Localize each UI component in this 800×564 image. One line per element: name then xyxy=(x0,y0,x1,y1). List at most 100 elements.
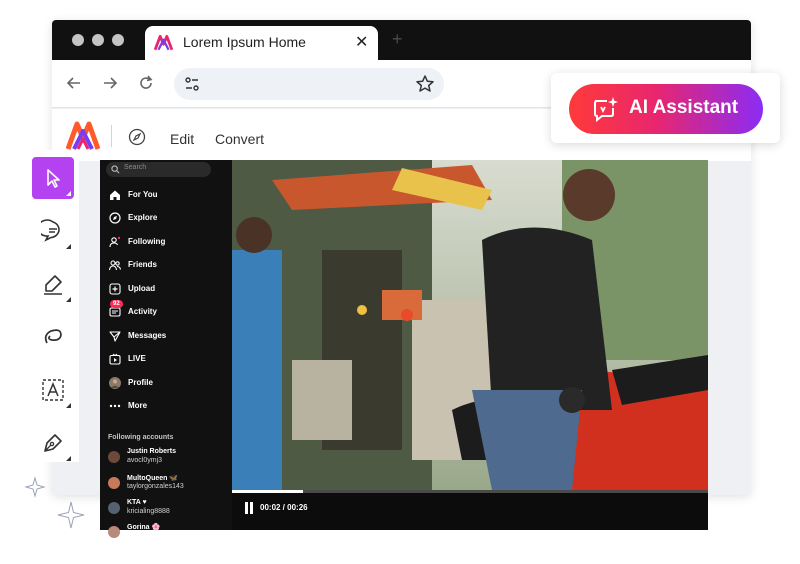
highlight-tool[interactable] xyxy=(32,263,74,305)
nav-label: Explore xyxy=(128,213,158,222)
nav-label: Upload xyxy=(128,284,156,293)
search-icon xyxy=(111,165,120,174)
friends-icon xyxy=(109,260,121,271)
nav-item-more[interactable]: More xyxy=(109,399,219,415)
nav-label: Profile xyxy=(128,378,153,387)
window-dot[interactable] xyxy=(92,34,104,46)
menu-edit[interactable]: Edit xyxy=(170,131,194,147)
messages-icon xyxy=(109,331,121,342)
address-bar[interactable] xyxy=(174,68,444,100)
nav-item-explore[interactable]: Explore xyxy=(109,211,219,227)
close-icon[interactable]: ✕ xyxy=(355,32,368,52)
account-item[interactable]: Gorina 🌸 xyxy=(108,523,230,545)
tool-menu-indicator xyxy=(66,244,71,249)
account-name: MultoQueen 🦋 xyxy=(127,475,179,482)
app-logo-icon xyxy=(154,34,173,51)
more-icon xyxy=(109,404,121,408)
social-sidebar: Search For You Explore Following Friends… xyxy=(100,160,232,538)
account-handle: taylorgonzales143 xyxy=(127,483,184,490)
tab-bar: Lorem Ipsum Home ✕ + xyxy=(52,20,751,60)
nav-item-for-you[interactable]: For You xyxy=(109,188,219,204)
nav-label: For You xyxy=(128,190,158,199)
video-app-panel: Search For You Explore Following Friends… xyxy=(100,160,708,538)
browser-tab[interactable]: Lorem Ipsum Home ✕ xyxy=(145,26,378,60)
profile-icon xyxy=(109,377,121,389)
ai-assistant-button[interactable]: AI Assistant xyxy=(569,84,763,134)
video-player[interactable] xyxy=(232,160,708,490)
progress-bar[interactable] xyxy=(232,490,708,493)
account-name: Justin Roberts xyxy=(127,448,177,455)
avatar xyxy=(108,477,120,489)
ai-assistant-label: AI Assistant xyxy=(629,97,739,118)
compass-icon[interactable] xyxy=(128,128,146,146)
nav-item-following[interactable]: Following xyxy=(109,235,219,251)
sparkle-icon xyxy=(57,501,85,529)
cursor-icon xyxy=(47,169,60,188)
nav-item-activity[interactable]: 92 Activity xyxy=(109,300,219,321)
new-tab-button[interactable]: + xyxy=(392,29,403,50)
draw-tool[interactable] xyxy=(32,316,74,358)
avatar xyxy=(108,502,120,514)
text-box-icon xyxy=(42,379,64,401)
activity-badge: 92 xyxy=(110,300,123,308)
progress-fill xyxy=(232,490,304,493)
nav-item-friends[interactable]: Friends xyxy=(109,258,219,274)
nav-label: LIVE xyxy=(128,354,146,363)
nav-label: Activity xyxy=(128,307,157,316)
ai-assistant-card: AI Assistant xyxy=(551,73,780,143)
nav-item-profile[interactable]: Profile xyxy=(109,376,219,392)
account-name: Gorina 🌸 xyxy=(127,524,161,531)
reload-icon[interactable] xyxy=(136,73,156,93)
live-icon xyxy=(109,353,121,365)
app-screenshot: Lorem Ipsum Home ✕ + Edit Convert AI Ass… xyxy=(0,0,800,564)
nav-item-messages[interactable]: Messages xyxy=(109,329,219,345)
pen-nib-icon xyxy=(44,434,62,452)
freehand-icon xyxy=(44,329,62,344)
back-arrow-icon[interactable] xyxy=(64,73,84,93)
app-logo-icon xyxy=(66,121,100,150)
nav-item-live[interactable]: LIVE xyxy=(109,352,219,368)
playback-time: 00:02 / 00:26 xyxy=(260,503,308,512)
account-item[interactable]: KTA ♥ kricialing8888 xyxy=(108,499,230,521)
select-tool[interactable] xyxy=(32,157,74,199)
account-handle: kricialing8888 xyxy=(127,508,170,515)
tool-menu-indicator xyxy=(66,456,71,461)
search-placeholder: Search xyxy=(124,164,147,171)
speech-bubble-icon xyxy=(41,219,60,242)
text-tool[interactable] xyxy=(32,369,74,411)
site-settings-icon[interactable] xyxy=(183,75,201,93)
sign-tool[interactable] xyxy=(32,422,74,464)
nav-label: Messages xyxy=(128,331,167,340)
following-accounts-heading: Following accounts xyxy=(108,434,174,441)
home-icon xyxy=(110,190,120,200)
tool-menu-indicator xyxy=(66,403,71,408)
menu-convert[interactable]: Convert xyxy=(215,131,264,147)
window-dot[interactable] xyxy=(72,34,84,46)
window-dot[interactable] xyxy=(112,34,124,46)
ai-chat-sparkle-icon xyxy=(594,97,618,122)
following-icon xyxy=(109,236,121,248)
pause-icon[interactable] xyxy=(244,502,254,514)
player-controls: 00:02 / 00:26 xyxy=(232,490,708,530)
video-frame-image xyxy=(232,160,708,490)
search-input[interactable]: Search xyxy=(106,162,211,177)
tool-menu-indicator xyxy=(66,191,71,196)
tab-title: Lorem Ipsum Home xyxy=(183,34,306,50)
account-item[interactable]: MultoQueen 🦋 taylorgonzales143 xyxy=(108,474,230,496)
divider xyxy=(111,125,112,147)
account-handle: avocl0ymj3 xyxy=(127,457,163,464)
nav-label: Friends xyxy=(128,260,157,269)
account-item[interactable]: Justin Roberts avocl0ymj3 xyxy=(108,448,230,470)
nav-label: Following xyxy=(128,237,166,246)
sparkle-icon xyxy=(24,476,46,498)
nav-item-upload[interactable]: Upload xyxy=(109,282,219,298)
tool-palette xyxy=(28,150,79,462)
bookmark-star-icon[interactable] xyxy=(415,74,435,94)
forward-arrow-icon[interactable] xyxy=(100,73,120,93)
avatar xyxy=(108,526,120,538)
nav-label: More xyxy=(128,401,148,410)
account-name: KTA ♥ xyxy=(127,499,147,506)
comment-tool[interactable] xyxy=(32,210,74,252)
tool-menu-indicator xyxy=(66,297,71,302)
compass-icon xyxy=(109,212,121,224)
